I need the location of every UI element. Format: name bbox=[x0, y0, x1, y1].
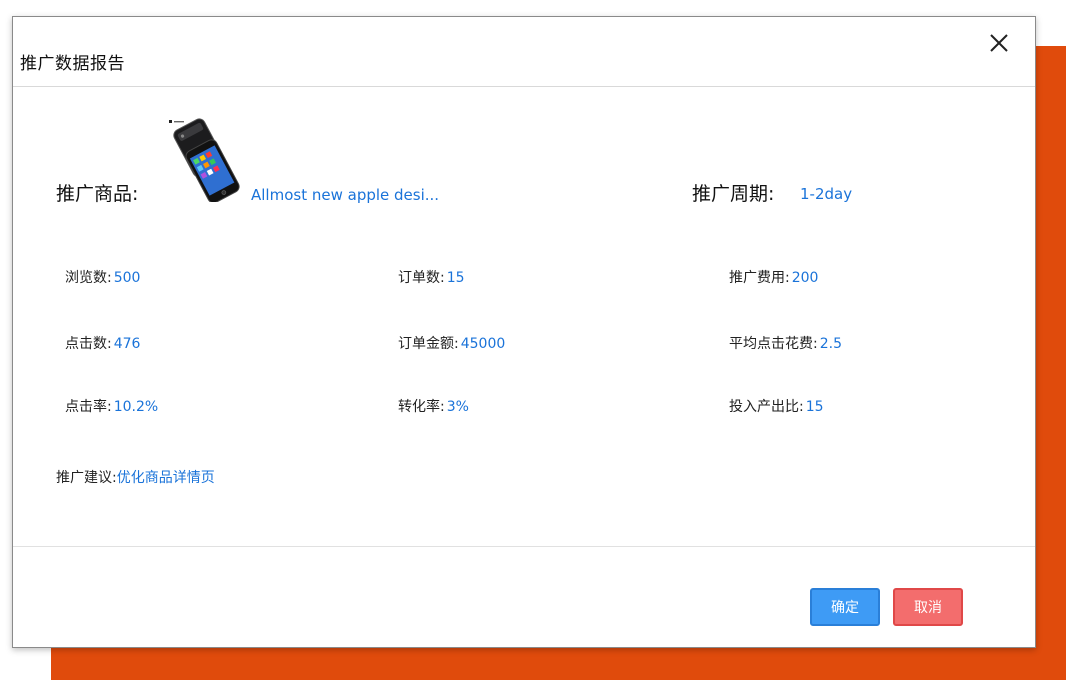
stat-value: 2.5 bbox=[819, 336, 842, 352]
stat-order-amount: 订单金额: 45000 bbox=[398, 333, 505, 353]
suggestion-label: 推广建议: bbox=[56, 470, 117, 486]
stat-value: 10.2% bbox=[113, 399, 159, 415]
promotion-suggestion: 推广建议:优化商品详情页 bbox=[56, 467, 215, 487]
stat-label: 点击率: bbox=[65, 399, 112, 415]
dialog-header: 推广数据报告 bbox=[13, 17, 1035, 87]
stat-label: 点击数: bbox=[65, 336, 112, 352]
stat-label: 订单数: bbox=[398, 270, 445, 286]
stat-avg-click-cost: 平均点击花费: 2.5 bbox=[729, 333, 842, 353]
stat-value: 15 bbox=[805, 399, 824, 415]
suggestion-value: 优化商品详情页 bbox=[116, 470, 215, 486]
dialog-title: 推广数据报告 bbox=[20, 54, 125, 74]
close-icon[interactable] bbox=[989, 33, 1009, 53]
stat-label: 浏览数: bbox=[65, 270, 112, 286]
stat-value: 200 bbox=[791, 270, 819, 286]
period-value: 1-2day bbox=[800, 185, 853, 203]
stat-conversion-rate: 转化率: 3% bbox=[398, 396, 469, 416]
stat-value: 476 bbox=[113, 336, 141, 352]
stat-clicks: 点击数: 476 bbox=[65, 333, 140, 353]
product-row: 推广商品: Allmost new apple desi... 推广周期: 1-… bbox=[13, 112, 1035, 212]
stat-value: 3% bbox=[446, 399, 469, 415]
stat-label: 平均点击花费: bbox=[729, 336, 818, 352]
stat-roi: 投入产出比: 15 bbox=[729, 396, 824, 416]
stat-label: 订单金额: bbox=[398, 336, 459, 352]
stat-label: 转化率: bbox=[398, 399, 445, 415]
promotion-report-dialog: 推广数据报告 推广商品: Allmost new apple desi... 推… bbox=[12, 16, 1036, 648]
confirm-button[interactable]: 确定 bbox=[810, 588, 880, 626]
stat-label: 推广费用: bbox=[729, 270, 790, 286]
stat-value: 15 bbox=[446, 270, 465, 286]
footer-divider bbox=[13, 546, 1035, 547]
product-name-link[interactable]: Allmost new apple desi... bbox=[251, 186, 439, 204]
stat-value: 45000 bbox=[460, 336, 506, 352]
page: 推广数据报告 推广商品: Allmost new apple desi... 推… bbox=[0, 0, 1080, 695]
stat-label: 投入产出比: bbox=[729, 399, 804, 415]
stat-orders: 订单数: 15 bbox=[398, 267, 465, 287]
cancel-button[interactable]: 取消 bbox=[893, 588, 963, 626]
smartphone-image bbox=[167, 116, 243, 204]
product-label: 推广商品: bbox=[56, 183, 139, 205]
period-label: 推广周期: bbox=[692, 183, 775, 205]
stat-click-rate: 点击率: 10.2% bbox=[65, 396, 158, 416]
stat-cost: 推广费用: 200 bbox=[729, 267, 818, 287]
stat-value: 500 bbox=[113, 270, 141, 286]
stat-views: 浏览数: 500 bbox=[65, 267, 140, 287]
